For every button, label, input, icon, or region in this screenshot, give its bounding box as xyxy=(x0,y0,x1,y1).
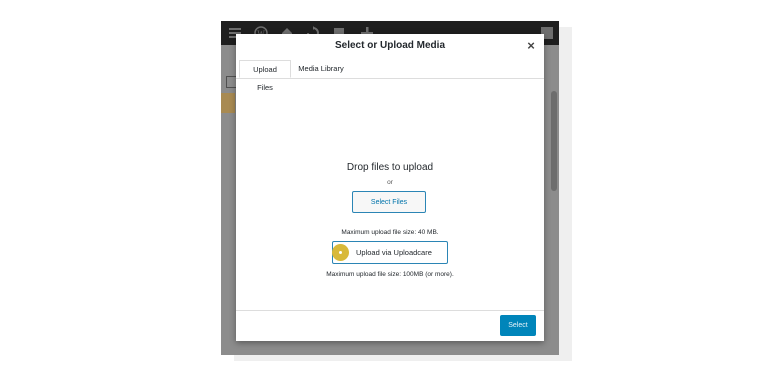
select-files-button[interactable]: Select Files xyxy=(352,191,426,213)
media-modal: Select or Upload Media × Upload Files Me… xyxy=(236,34,544,341)
select-button[interactable]: Select xyxy=(500,315,536,336)
tab-media-library[interactable]: Media Library xyxy=(291,60,351,78)
cursor-highlight xyxy=(332,244,349,261)
uploadcare-label: Upload via Uploadcare xyxy=(356,248,432,257)
tab-upload-files[interactable]: Upload Files xyxy=(239,60,291,92)
modal-title: Select or Upload Media xyxy=(334,40,446,51)
or-text: or xyxy=(387,179,393,186)
modal-footer: Select xyxy=(236,310,544,341)
scrollbar[interactable] xyxy=(551,91,557,191)
close-icon[interactable]: × xyxy=(525,39,537,52)
uploadcare-max-size-text: Maximum upload file size: 100MB (or more… xyxy=(326,271,454,278)
max-upload-size-text: Maximum upload file size: 40 MB. xyxy=(341,229,439,236)
backdrop-highlight xyxy=(221,93,235,113)
upload-via-uploadcare-button[interactable]: Upload via Uploadcare xyxy=(332,241,448,264)
modal-tabs: Upload Files Media Library xyxy=(236,60,544,92)
drop-files-text: Drop files to upload xyxy=(346,162,434,173)
